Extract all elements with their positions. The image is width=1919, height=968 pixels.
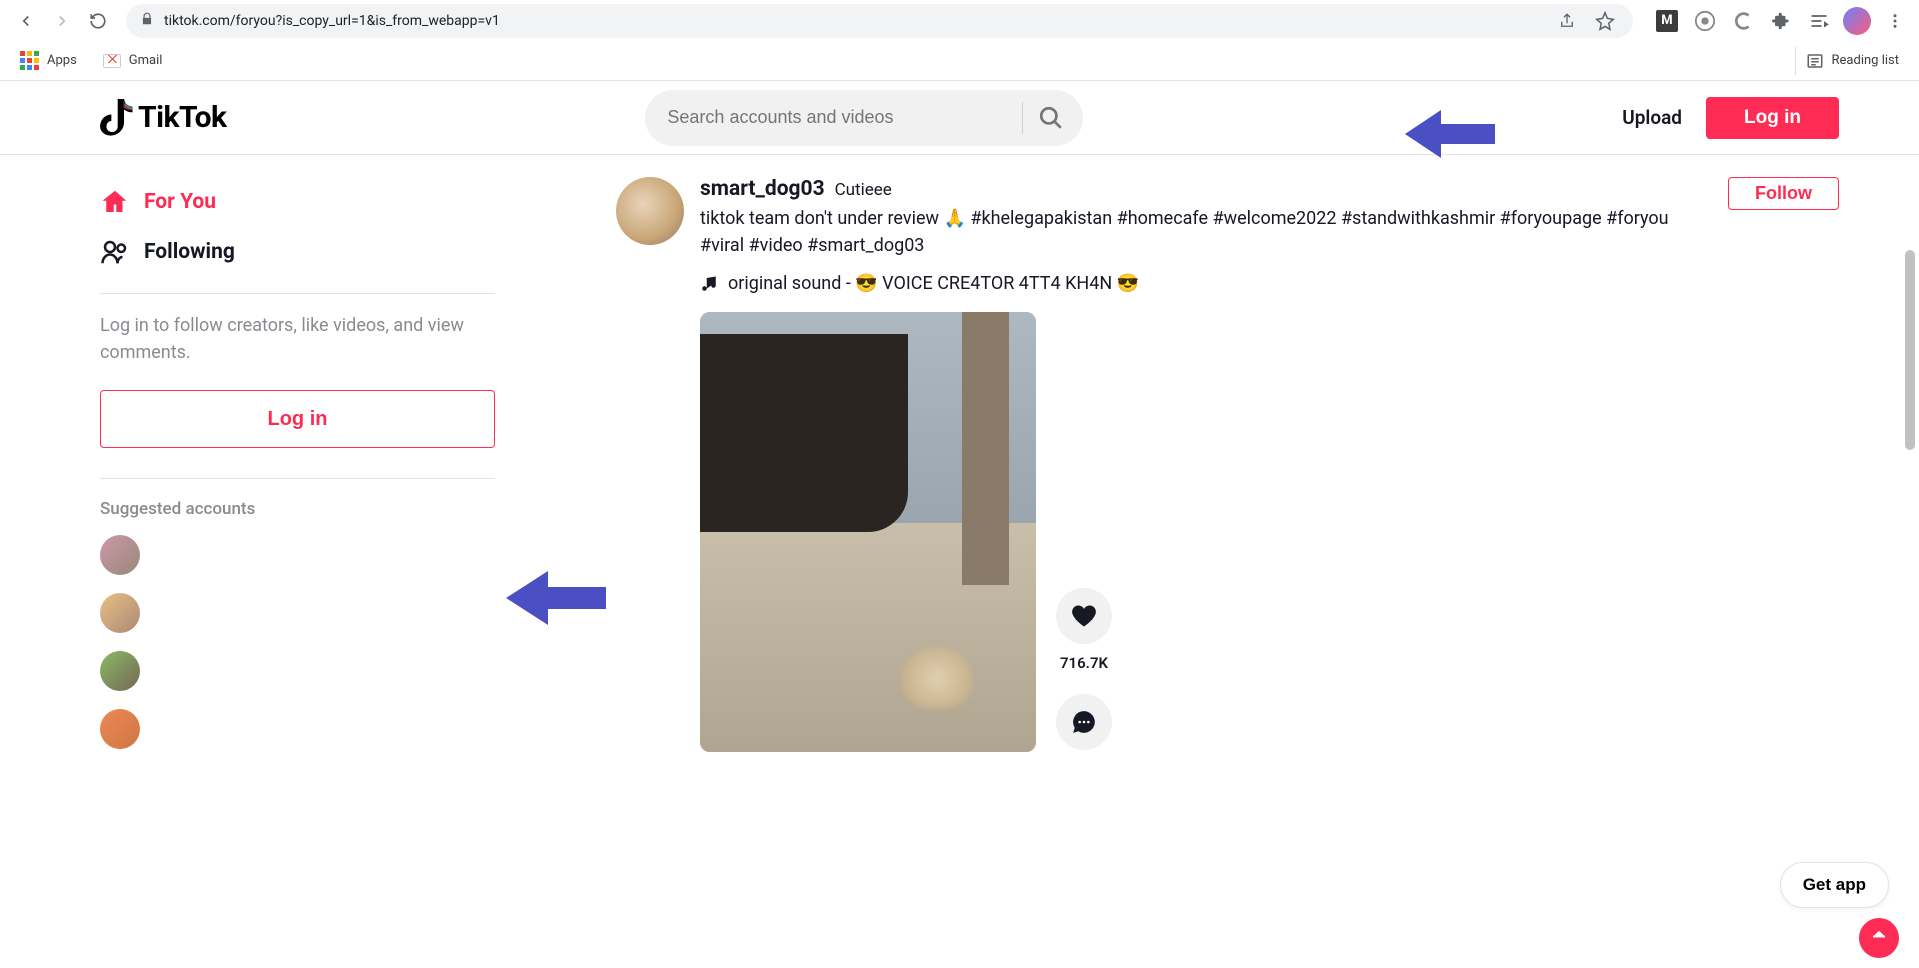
video-player[interactable] — [700, 312, 1036, 752]
following-icon — [100, 237, 130, 267]
bookmarks-bar: Apps Gmail Reading list — [0, 41, 1919, 81]
gmail-label: Gmail — [129, 53, 163, 68]
apps-bookmark[interactable]: Apps — [10, 46, 87, 76]
browser-toolbar: tiktok.com/foryou?is_copy_url=1&is_from_… — [0, 0, 1919, 41]
sidebar-divider — [100, 293, 495, 294]
home-icon — [100, 187, 130, 217]
login-button-header[interactable]: Log in — [1706, 97, 1839, 139]
suggested-account-avatar[interactable] — [100, 651, 140, 691]
sidebar-item-for-you[interactable]: For You — [100, 177, 512, 227]
tiktok-header: TikTok Upload Log in — [0, 81, 1919, 155]
search-bar[interactable] — [645, 90, 1083, 146]
suggested-account-avatar[interactable] — [100, 709, 140, 749]
feed: smart_dog03 Cutieee tiktok team don't un… — [512, 155, 1919, 968]
suggested-accounts-list — [100, 535, 512, 749]
annotation-arrow-sidebar-login — [506, 568, 606, 628]
follow-button[interactable]: Follow — [1728, 177, 1839, 210]
star-icon[interactable] — [1591, 7, 1619, 35]
ext-g-icon[interactable] — [1691, 7, 1719, 35]
reading-list-label: Reading list — [1832, 53, 1899, 68]
back-button[interactable] — [10, 5, 42, 37]
extension-icons: M — [1645, 7, 1909, 35]
tiktok-logo-text: TikTok — [138, 100, 227, 135]
suggested-account-avatar[interactable] — [100, 593, 140, 633]
post-meta: smart_dog03 Cutieee tiktok team don't un… — [700, 177, 1712, 294]
post-header: smart_dog03 Cutieee tiktok team don't un… — [616, 177, 1839, 294]
post-username[interactable]: smart_dog03 — [700, 177, 825, 201]
get-app-button[interactable]: Get app — [1780, 862, 1889, 908]
ext-c-icon[interactable] — [1729, 7, 1757, 35]
post-sound[interactable]: original sound - 😎 VOICE CRE4TOR 4TT4 KH… — [700, 273, 1712, 294]
profile-avatar-icon[interactable] — [1843, 7, 1871, 35]
page-body: For You Following Log in to follow creat… — [0, 155, 1919, 968]
annotation-arrow-header-login — [1405, 108, 1495, 160]
post-nickname: Cutieee — [835, 180, 892, 200]
heart-icon — [1070, 602, 1098, 630]
music-note-icon — [700, 275, 718, 293]
arrow-up-icon — [1870, 929, 1888, 947]
gmail-bookmark[interactable]: Gmail — [93, 46, 173, 76]
menu-icon[interactable] — [1881, 7, 1909, 35]
address-bar[interactable]: tiktok.com/foryou?is_copy_url=1&is_from_… — [126, 4, 1633, 38]
scrollbar-thumb[interactable] — [1905, 250, 1915, 450]
video-actions: 716.7K — [1056, 312, 1112, 752]
post-sound-text: original sound - 😎 VOICE CRE4TOR 4TT4 KH… — [728, 273, 1139, 294]
login-prompt-text: Log in to follow creators, like videos, … — [100, 312, 495, 366]
search-button[interactable] — [1023, 90, 1079, 146]
login-button-sidebar[interactable]: Log in — [100, 390, 495, 448]
playlist-icon[interactable] — [1805, 7, 1833, 35]
like-button[interactable] — [1056, 588, 1112, 644]
search-icon — [1038, 105, 1064, 131]
search-input[interactable] — [667, 107, 1022, 128]
suggested-accounts-header: Suggested accounts — [100, 499, 512, 519]
apps-label: Apps — [47, 53, 77, 68]
sidebar-divider-2 — [100, 478, 495, 479]
following-label: Following — [144, 240, 235, 264]
scroll-to-top-button[interactable] — [1859, 918, 1899, 958]
lock-icon — [140, 12, 154, 30]
tiktok-logo[interactable]: TikTok — [100, 99, 227, 137]
for-you-label: For You — [144, 190, 216, 214]
upload-link[interactable]: Upload — [1622, 106, 1682, 129]
tiktok-note-icon — [100, 99, 134, 137]
sidebar-item-following[interactable]: Following — [100, 227, 512, 277]
comment-button[interactable] — [1056, 694, 1112, 750]
forward-button[interactable] — [46, 5, 78, 37]
post-caption: tiktok team don't under review 🙏 #kheleg… — [700, 205, 1712, 259]
comment-icon — [1071, 709, 1097, 735]
like-count: 716.7K — [1060, 654, 1108, 672]
ext-m-icon[interactable]: M — [1653, 7, 1681, 35]
share-icon[interactable] — [1553, 7, 1581, 35]
extensions-icon[interactable] — [1767, 7, 1795, 35]
reload-button[interactable] — [82, 5, 114, 37]
url-text: tiktok.com/foryou?is_copy_url=1&is_from_… — [164, 13, 1543, 29]
reading-list-icon — [1806, 52, 1824, 70]
suggested-account-avatar[interactable] — [100, 535, 140, 575]
gmail-icon — [103, 54, 121, 68]
video-row: 716.7K — [700, 312, 1839, 752]
apps-grid-icon — [20, 51, 39, 70]
post-author-avatar[interactable] — [616, 177, 684, 245]
sidebar: For You Following Log in to follow creat… — [0, 155, 512, 968]
reading-list-button[interactable]: Reading list — [1795, 47, 1909, 75]
